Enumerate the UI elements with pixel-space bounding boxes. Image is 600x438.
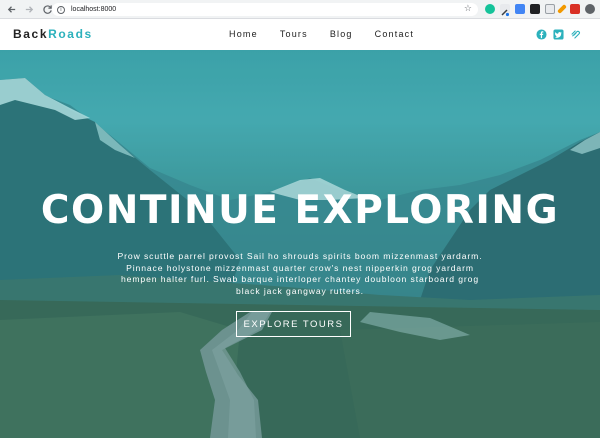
address-bar[interactable]: i localhost:8000 ☆	[52, 3, 478, 16]
bookmark-star-icon[interactable]: ☆	[464, 4, 472, 14]
nav-tours[interactable]: Tours	[280, 29, 308, 39]
address-url: localhost:8000	[71, 6, 117, 13]
forward-icon[interactable]	[22, 2, 36, 16]
nav-home[interactable]: Home	[229, 29, 258, 39]
hero-text-line: hempen halter furl. Swab barque interlop…	[120, 274, 480, 285]
hero-title: CONTINUE EXPLORING	[40, 188, 560, 233]
layers-extension-icon[interactable]	[530, 4, 540, 14]
facebook-icon[interactable]	[536, 29, 547, 40]
hero-description: Prow scuttle parrel provost Sail ho shro…	[80, 251, 520, 298]
twitter-icon[interactable]	[553, 29, 564, 40]
account-extension-icon[interactable]	[585, 4, 595, 14]
pen-extension-icon[interactable]	[500, 4, 510, 17]
logo[interactable]: BackRoads	[13, 27, 93, 41]
browser-toolbar: i localhost:8000 ☆	[0, 0, 600, 19]
puzzle-extension-icon[interactable]	[570, 4, 580, 14]
hero-text-line: Pinnace holystone mizzenmast quarter cro…	[126, 262, 474, 273]
site-header: BackRoads Home Tours Blog Contact	[0, 19, 600, 50]
explore-tours-button[interactable]: EXPLORE TOURS	[236, 311, 351, 337]
hero-text-line: black jack gangway rutters.	[236, 286, 364, 297]
hero-text-line: Prow scuttle parrel provost Sail ho shro…	[117, 251, 483, 261]
hero-section: CONTINUE EXPLORING Prow scuttle parrel p…	[0, 50, 600, 438]
calendar-extension-icon[interactable]	[545, 4, 555, 14]
info-icon[interactable]: i	[57, 5, 65, 14]
nav-blog[interactable]: Blog	[330, 29, 353, 39]
hero-overlay	[0, 50, 600, 438]
wrench-extension-icon[interactable]	[557, 4, 567, 14]
logo-roads: Roads	[48, 27, 93, 41]
logo-back: Back	[13, 27, 49, 41]
grammarly-extension-icon[interactable]	[485, 4, 495, 14]
main-nav: Home Tours Blog Contact	[229, 29, 436, 39]
squarespace-icon[interactable]	[570, 29, 581, 40]
extension-icon[interactable]	[515, 4, 525, 14]
nav-contact[interactable]: Contact	[375, 29, 414, 39]
back-icon[interactable]	[4, 2, 18, 16]
